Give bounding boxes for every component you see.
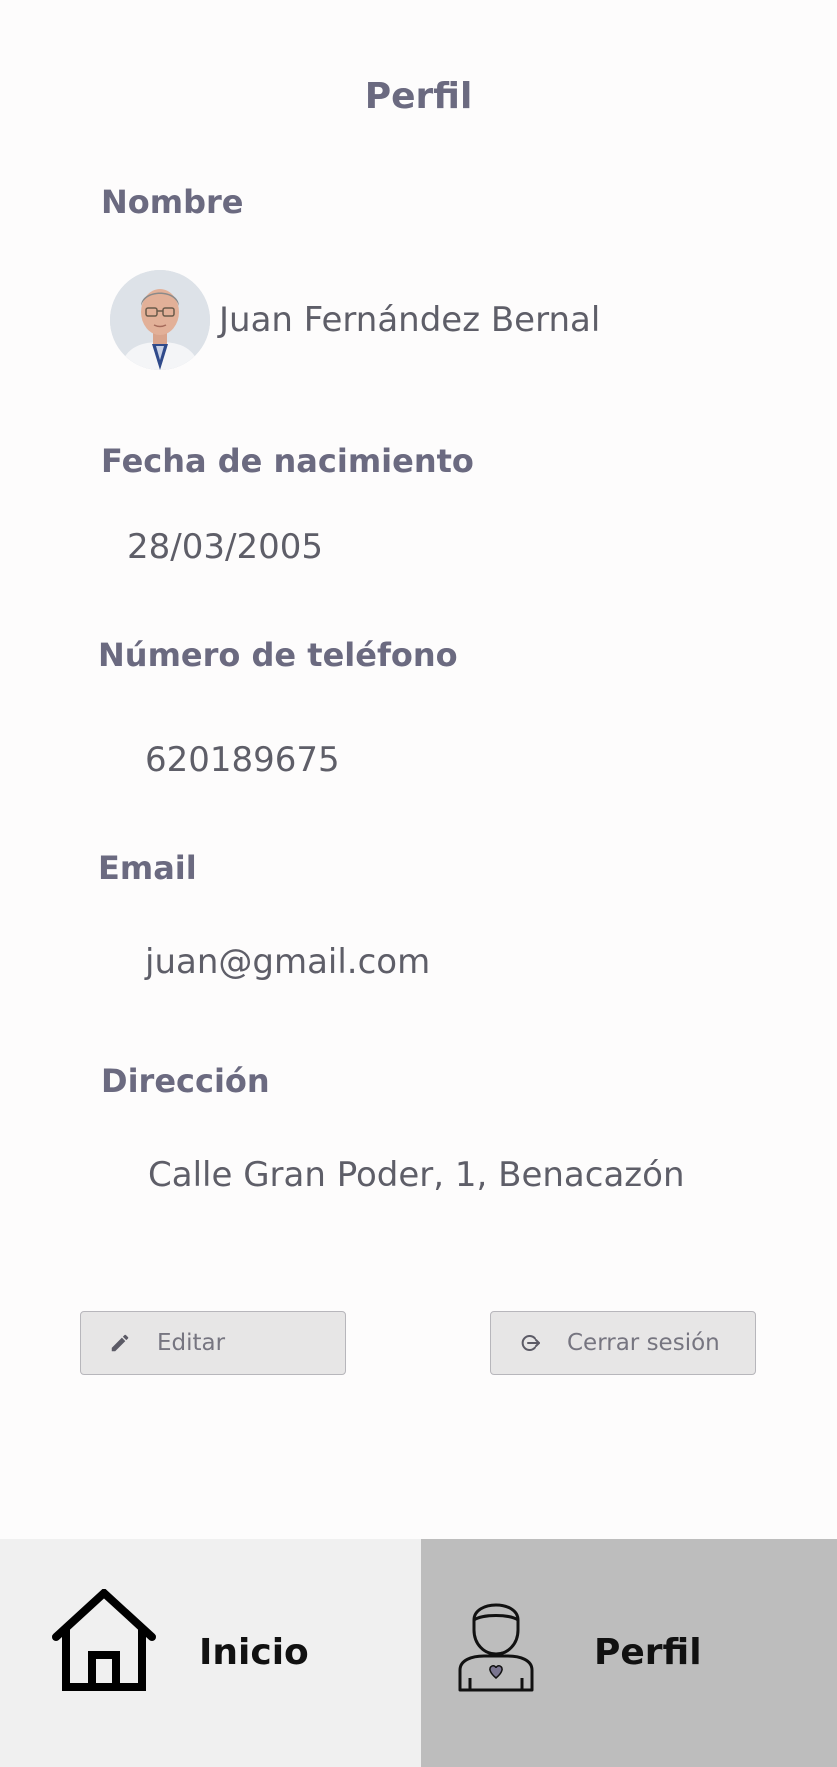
email-label: Email	[98, 849, 197, 887]
user-icon	[456, 1590, 536, 1699]
pencil-icon	[107, 1330, 133, 1356]
logout-button[interactable]: Cerrar sesión	[490, 1311, 756, 1375]
address-value: Calle Gran Poder, 1, Benacazón	[148, 1155, 685, 1195]
logout-button-label: Cerrar sesión	[567, 1330, 720, 1356]
birthdate-label: Fecha de nacimiento	[101, 442, 474, 480]
name-value: Juan Fernández Bernal	[219, 300, 601, 340]
email-value: juan@gmail.com	[145, 942, 431, 982]
nav-item-inicio[interactable]: Inicio	[0, 1539, 421, 1767]
home-icon	[50, 1587, 158, 1698]
edit-button-label: Editar	[157, 1330, 226, 1356]
nav-label-perfil: Perfil	[594, 1632, 702, 1673]
page-title: Perfil	[364, 76, 473, 117]
phone-value: 620189675	[145, 740, 340, 780]
avatar	[110, 270, 210, 370]
nav-label-inicio: Inicio	[199, 1632, 309, 1673]
birthdate-value: 28/03/2005	[127, 527, 323, 567]
phone-label: Número de teléfono	[98, 636, 458, 674]
logout-icon	[517, 1330, 543, 1356]
address-label: Dirección	[101, 1062, 270, 1100]
name-label: Nombre	[101, 183, 244, 221]
edit-button[interactable]: Editar	[80, 1311, 346, 1375]
bottom-nav: Inicio Perfil	[0, 1539, 837, 1767]
nav-item-perfil[interactable]: Perfil	[421, 1539, 837, 1767]
